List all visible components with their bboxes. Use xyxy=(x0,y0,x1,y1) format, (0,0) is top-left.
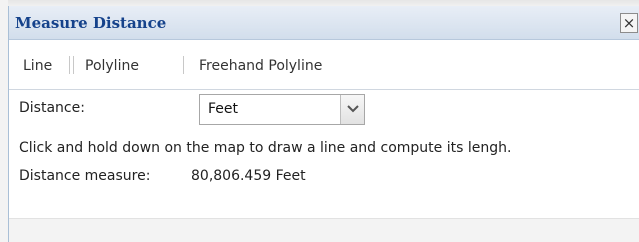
chevron-down-icon xyxy=(347,105,359,113)
distance-unit-value: Feet xyxy=(208,101,239,117)
map-edge xyxy=(0,0,8,242)
close-button[interactable]: × xyxy=(620,13,638,33)
dialog-footer xyxy=(9,218,639,242)
measure-tool-tabs: Line Polyline Freehand Polyline xyxy=(9,40,639,90)
dropdown-button[interactable] xyxy=(340,95,364,124)
measure-distance-dialog: Measure Distance × Line Polyline Freehan… xyxy=(8,6,639,242)
tab-divider xyxy=(73,56,74,74)
close-icon: × xyxy=(622,14,636,32)
instructions-text: Click and hold down on the map to draw a… xyxy=(19,140,512,156)
tab-line[interactable]: Line xyxy=(23,58,52,74)
dialog-body: Distance: Feet Click and hold down on th… xyxy=(9,90,639,218)
tab-divider xyxy=(69,56,70,74)
tab-divider xyxy=(183,56,184,74)
distance-label: Distance: xyxy=(19,100,85,116)
distance-measure-value: 80,806.459 Feet xyxy=(191,168,306,184)
map-viewport: Measure Distance × Line Polyline Freehan… xyxy=(0,0,639,242)
distance-unit-select[interactable]: Feet xyxy=(199,94,365,125)
tab-freehand-polyline[interactable]: Freehand Polyline xyxy=(199,58,322,74)
distance-measure-label: Distance measure: xyxy=(19,168,151,184)
dialog-title: Measure Distance xyxy=(15,14,167,32)
dialog-titlebar[interactable]: Measure Distance × xyxy=(9,6,639,40)
tab-polyline[interactable]: Polyline xyxy=(85,58,139,74)
